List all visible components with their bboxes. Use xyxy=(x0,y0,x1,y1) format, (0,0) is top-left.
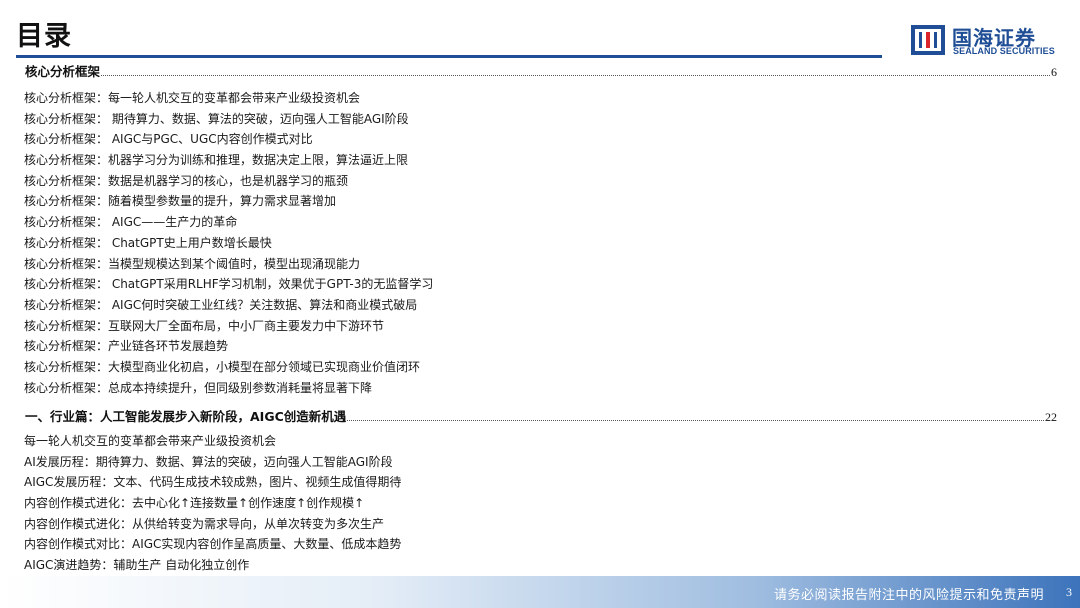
toc-section-items: 每一轮人机交互的变革都会带来产业级投资机会 AI发展历程：期待算力、数据、算法的… xyxy=(24,431,401,576)
footer-disclaimer: 请务必阅读报告附注中的风险提示和免责声明 xyxy=(773,588,1044,603)
toc-item[interactable]: 内容创作模式对比：AIGC实现内容创作呈高质量、大数量、低成本趋势 xyxy=(24,534,401,555)
toc-section-heading[interactable]: 核心分析框架 6 xyxy=(25,64,1057,80)
toc-item[interactable]: 核心分析框架： ChatGPT采用RLHF学习机制，效果优于GPT-3的无监督学… xyxy=(24,274,433,295)
toc-item[interactable]: 核心分析框架：当模型规模达到某个阈值时，模型出现涌现能力 xyxy=(24,254,433,275)
toc-item[interactable]: 核心分析框架： AIGC与PGC、UGC内容创作模式对比 xyxy=(24,129,433,150)
toc-item[interactable]: 核心分析框架：大模型商业化初启，小模型在部分领域已实现商业价值闭环 xyxy=(24,357,433,378)
toc-section-title: 核心分析框架 xyxy=(25,64,101,79)
toc-item[interactable]: 内容创作模式进化：从供给转变为需求导向，从单次转变为多次生产 xyxy=(24,514,401,535)
toc-item[interactable]: 核心分析框架： 期待算力、数据、算法的突破，迈向强人工智能AGI阶段 xyxy=(24,109,433,130)
toc-item[interactable]: 内容创作模式进化：去中心化↑连接数量↑创作速度↑创作规模↑ xyxy=(24,493,401,514)
header-divider xyxy=(16,55,882,58)
sealand-logo: 国海证券 SEALAND SECURITIES xyxy=(908,19,1068,61)
page-title: 目录 xyxy=(16,21,72,52)
sealand-emblem-icon xyxy=(911,25,945,55)
toc-item[interactable]: 核心分析框架：总成本持续提升，但同级别参数消耗量将显著下降 xyxy=(24,378,433,399)
toc-leader-dots xyxy=(347,419,1044,421)
toc-section-items: 核心分析框架：每一轮人机交互的变革都会带来产业级投资机会 核心分析框架： 期待算… xyxy=(24,88,433,398)
toc-item[interactable]: AI发展历程：期待算力、数据、算法的突破，迈向强人工智能AGI阶段 xyxy=(24,452,401,473)
footer-bar: 请务必阅读报告附注中的风险提示和免责声明 3 xyxy=(0,576,1080,608)
toc-item[interactable]: 核心分析框架：产业链各环节发展趋势 xyxy=(24,336,433,357)
toc-item[interactable]: 核心分析框架：数据是机器学习的核心，也是机器学习的瓶颈 xyxy=(24,171,433,192)
logo-english-name: SEALAND SECURITIES xyxy=(953,46,1055,56)
toc-item[interactable]: 核心分析框架：机器学习分为训练和推理，数据决定上限，算法逼近上限 xyxy=(24,150,433,171)
slide-page-number: 3 xyxy=(1066,585,1072,599)
toc-item[interactable]: 核心分析框架： ChatGPT史上用户数增长最快 xyxy=(24,233,433,254)
toc-item[interactable]: 核心分析框架：每一轮人机交互的变革都会带来产业级投资机会 xyxy=(24,88,433,109)
toc-section-heading[interactable]: 一、行业篇：人工智能发展步入新阶段，AIGC创造新机遇 22 xyxy=(25,409,1057,425)
toc-item[interactable]: AIGC发展历程：文本、代码生成技术较成熟，图片、视频生成值得期待 xyxy=(24,472,401,493)
toc-page-number: 22 xyxy=(1045,410,1057,424)
toc-item[interactable]: 每一轮人机交互的变革都会带来产业级投资机会 xyxy=(24,431,401,452)
toc-page-number: 6 xyxy=(1051,65,1057,79)
toc-item[interactable]: 核心分析框架：随着模型参数量的提升，算力需求显著增加 xyxy=(24,191,433,212)
toc-item[interactable]: 核心分析框架：互联网大厂全面布局，中小厂商主要发力中下游环节 xyxy=(24,316,433,337)
toc-item[interactable]: AIGC演进趋势：辅助生产 自动化独立创作 xyxy=(24,555,401,576)
toc-leader-dots xyxy=(101,74,1050,76)
toc-item[interactable]: 核心分析框架： AIGC——生产力的革命 xyxy=(24,212,433,233)
toc-item[interactable]: 核心分析框架： AIGC何时突破工业红线？关注数据、算法和商业模式破局 xyxy=(24,295,433,316)
toc-section-title: 一、行业篇：人工智能发展步入新阶段，AIGC创造新机遇 xyxy=(25,409,347,424)
